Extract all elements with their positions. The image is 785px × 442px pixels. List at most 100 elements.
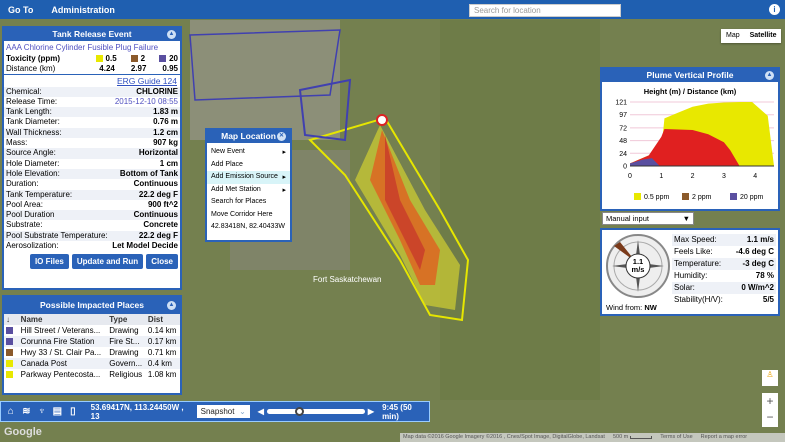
- slider-handle[interactable]: [295, 407, 305, 416]
- play-button[interactable]: ▶: [368, 407, 374, 416]
- zoom-out-button[interactable]: −: [762, 409, 778, 425]
- property-row: Chemical: CHLORINE: [4, 86, 180, 97]
- y-tick-label: 72: [619, 125, 627, 132]
- property-row: Mass: 907 kg: [4, 138, 180, 148]
- menu-item[interactable]: Search for Places: [207, 196, 290, 209]
- place-dist: 0.4 km: [147, 359, 172, 368]
- administration-menu[interactable]: Administration: [51, 5, 115, 15]
- weather-label: Humidity:: [674, 271, 708, 280]
- table-row[interactable]: Hill Street / Veterans... Drawing 0.14 km: [4, 325, 180, 336]
- submenu-arrow-icon: ▸: [282, 186, 286, 194]
- distance-label: Distance (km): [6, 64, 56, 74]
- property-row: Release Time: 2015-12-10 08:55: [4, 97, 180, 107]
- rewind-button[interactable]: ◀: [258, 407, 264, 416]
- weather-label: Temperature:: [674, 259, 722, 268]
- weather-row: Stability(H/V): 5/5: [672, 294, 776, 306]
- legend-label: 2 ppm: [692, 194, 712, 201]
- update-and-run-button[interactable]: Update and Run: [71, 254, 144, 270]
- legend-swatch: [682, 193, 689, 200]
- menu-item-label: Move Corridor Here: [211, 210, 273, 218]
- property-value: Bottom of Tank: [119, 168, 178, 178]
- property-row: Pool Duration Continuous: [4, 210, 180, 221]
- io-files-button[interactable]: IO Files: [29, 254, 69, 270]
- info-icon[interactable]: i: [769, 4, 780, 15]
- property-label: Pool Substrate Temperature:: [6, 230, 108, 240]
- menu-item[interactable]: Add Emission Source ▸: [207, 171, 290, 184]
- x-tick-label: 3: [722, 173, 726, 180]
- terms-link[interactable]: Terms of Use: [660, 433, 692, 442]
- map-type-map[interactable]: Map: [721, 29, 745, 43]
- menu-item-label: Add Emission Source: [211, 173, 278, 180]
- menu-item-label: Search for Places: [211, 198, 267, 205]
- property-value: 22.2 deg F: [138, 189, 178, 199]
- property-value: Continuous: [133, 179, 178, 189]
- document-icon[interactable]: ▤: [52, 406, 64, 418]
- close-icon[interactable]: ✕: [277, 132, 286, 141]
- property-label: Tank Temperature:: [6, 189, 73, 199]
- property-value: 900 ft^2: [147, 199, 178, 209]
- plume-profile-chart: Height (m) / Distance (km) 0244872971210…: [615, 87, 774, 201]
- met-source-select[interactable]: Manual input ▼: [602, 212, 694, 225]
- menu-item-label: Add Place: [211, 160, 243, 168]
- collapse-icon[interactable]: ▲: [167, 301, 176, 310]
- y-tick-label: 0: [623, 164, 627, 171]
- place-dist: 0.14 km: [147, 326, 177, 335]
- layers-icon[interactable]: ≋: [21, 406, 33, 418]
- time-slider[interactable]: [266, 407, 365, 416]
- table-row[interactable]: Canada Post Govern... 0.4 km: [4, 358, 180, 369]
- street-view-pegman-icon[interactable]: ♙: [762, 370, 778, 386]
- place-swatch: [6, 371, 13, 379]
- place-color: [4, 369, 19, 380]
- report-error-link[interactable]: Report a map error: [701, 433, 747, 442]
- property-value: 22.2 deg F: [138, 230, 178, 240]
- menu-item[interactable]: New Event ▸: [207, 146, 290, 159]
- menu-item-label: Add Met Station: [211, 185, 261, 193]
- mode-select[interactable]: Snapshot ⌄: [196, 405, 250, 418]
- property-label: Tank Length:: [6, 107, 52, 117]
- property-value: Horizontal: [138, 148, 178, 158]
- dropdown-arrow-icon: ⌄: [239, 407, 246, 416]
- collapse-icon[interactable]: ▲: [167, 30, 176, 39]
- scale-bar: 500 m: [613, 433, 653, 442]
- met-source-value: Manual input: [606, 214, 649, 223]
- home-icon[interactable]: ⌂: [5, 406, 17, 418]
- place-type: Fire St...: [109, 337, 140, 346]
- map-footer: Map data ©2016 Google Imagery ©2016 , Cn…: [400, 433, 785, 442]
- menu-item[interactable]: Move Corridor Here: [207, 209, 290, 222]
- y-tick-label: 48: [619, 138, 627, 145]
- collapse-icon[interactable]: ▲: [765, 71, 774, 80]
- col-name[interactable]: Name: [18, 314, 108, 325]
- table-row[interactable]: Hwy 33 / St. Clair Pa... Drawing 0.71 km: [4, 347, 180, 358]
- close-button[interactable]: Close: [146, 254, 178, 270]
- coordinates-readout: 53.69417N, 113.24450W , 13: [90, 402, 184, 421]
- weather-label: Max Speed:: [674, 235, 717, 244]
- weather-value: 1.1 m/s: [746, 235, 774, 244]
- property-row: Tank Length: 1.83 m: [4, 107, 180, 118]
- map-type-satellite[interactable]: Satellite: [745, 29, 782, 43]
- map-location-menu: Map Location ✕ New Event ▸ Add Place Add Emi…: [205, 128, 292, 242]
- zoom-in-button[interactable]: +: [762, 393, 778, 409]
- legend-swatch: [730, 193, 737, 200]
- place-dist: 1.08 km: [147, 370, 177, 379]
- y-tick-label: 24: [619, 151, 627, 158]
- property-value: 907 kg: [153, 138, 178, 148]
- erg-guide-link[interactable]: ERG Guide 124: [117, 76, 177, 86]
- table-row[interactable]: Parkway Pentecosta... Religious 1.08 km: [4, 369, 180, 380]
- tower-icon[interactable]: ♆: [36, 406, 48, 418]
- table-row[interactable]: Corunna Fire Station Fire St... 0.17 km: [4, 336, 180, 347]
- sort-icon[interactable]: ↓: [4, 314, 19, 325]
- property-value: 1.83 m: [153, 107, 178, 117]
- goto-menu[interactable]: Go To: [8, 5, 33, 15]
- menu-item[interactable]: Add Place: [207, 159, 290, 172]
- col-type[interactable]: Type: [107, 314, 146, 325]
- weather-row: Solar: 0 W/m^2: [672, 282, 776, 294]
- level-swatch: [95, 55, 103, 63]
- place-name: Canada Post: [20, 359, 67, 368]
- level-ppm: 20: [169, 54, 178, 63]
- level-distance: 0.95: [162, 64, 178, 74]
- col-dist[interactable]: Dist: [145, 314, 180, 325]
- bottom-toolbar: ⌂ ≋ ♆ ▤ ▯ 53.69417N, 113.24450W , 13 Sna…: [0, 401, 430, 422]
- menu-item[interactable]: Add Met Station ▸: [207, 184, 290, 197]
- phone-icon[interactable]: ▯: [67, 406, 79, 418]
- location-search-input[interactable]: Search for location: [469, 4, 621, 17]
